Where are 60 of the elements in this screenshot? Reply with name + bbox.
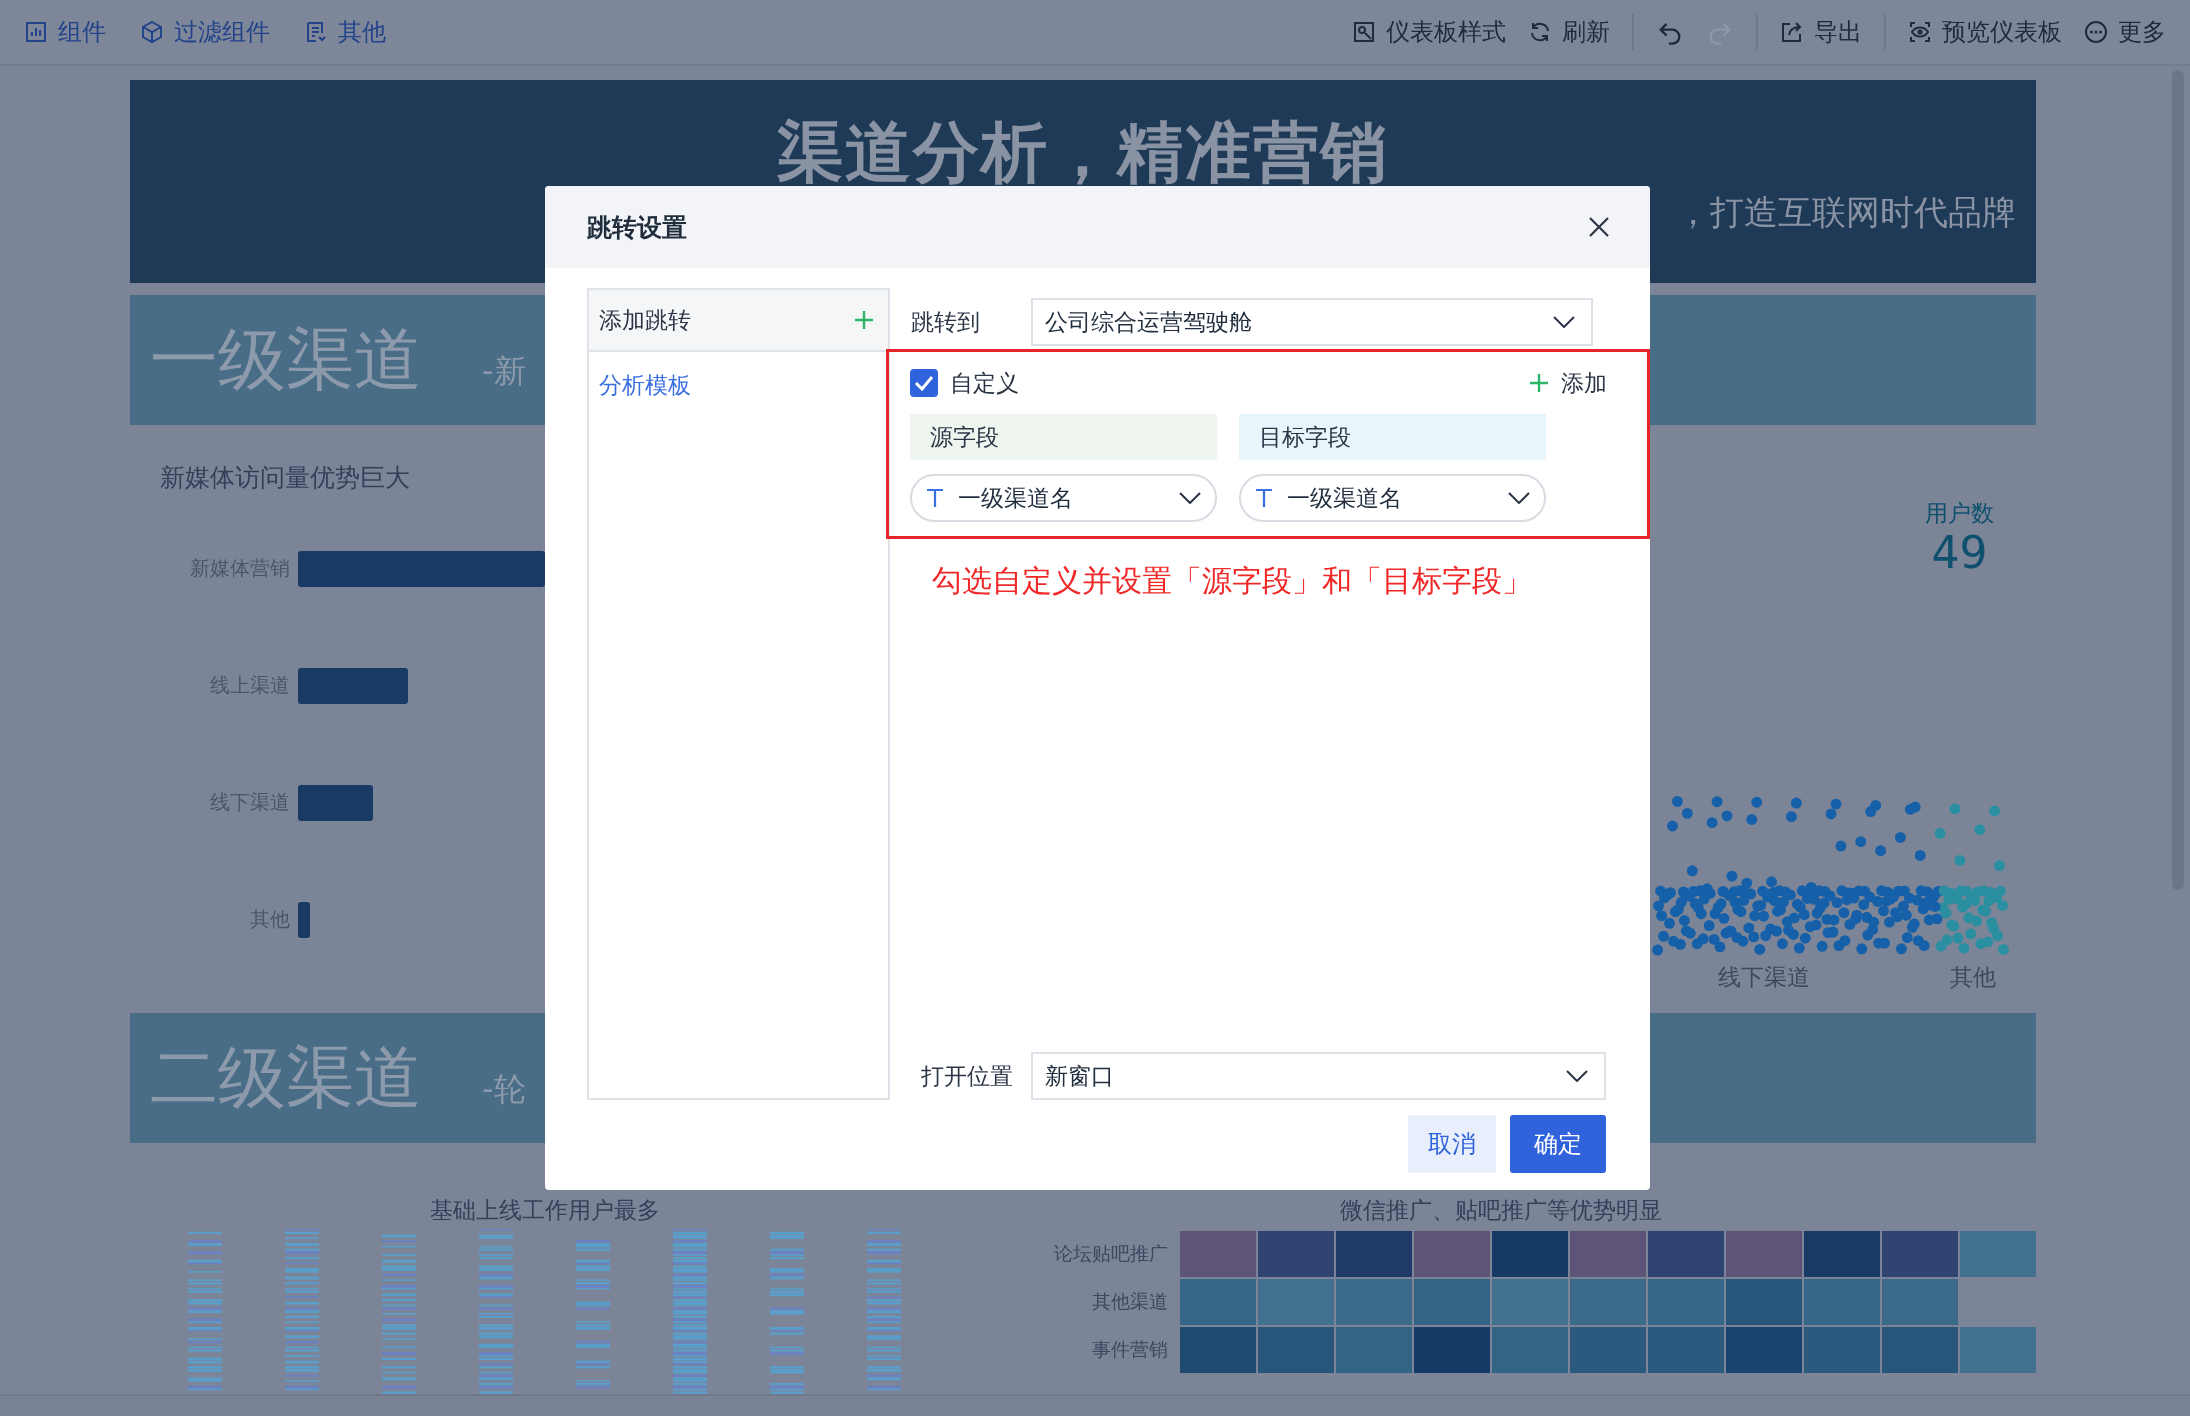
chevron-down-icon — [1179, 492, 1201, 504]
toolbar-button[interactable]: 预览仪表板 — [1908, 16, 2062, 48]
toolbar-button[interactable]: 仪表板样式 — [1352, 16, 1506, 48]
text-type-icon — [926, 488, 944, 508]
chart-title: 新媒体访问量优势巨大 — [159, 462, 411, 494]
list-item[interactable]: 分析模板 — [589, 352, 888, 419]
chart-icon — [24, 20, 48, 44]
annotation-text: 勾选自定义并设置「源字段」和「目标字段」 — [931, 562, 1533, 600]
toolbar-button[interactable]: 过滤组件 — [140, 16, 270, 48]
row-label: 其他渠道 — [1091, 1289, 1168, 1314]
toolbar-button[interactable]: 更多 — [2084, 16, 2166, 48]
checkbox-label: 自定义 — [950, 368, 1019, 398]
row-label: 论坛贴吧推广 — [1053, 1241, 1168, 1266]
field-dropdown[interactable]: 一级渠道名 — [910, 474, 1217, 522]
checkbox[interactable] — [910, 369, 938, 397]
dialog-button[interactable]: 取消 — [1408, 1115, 1496, 1173]
section-subtitle: -新 — [482, 351, 526, 392]
chevron-down-icon — [1566, 1070, 1588, 1082]
toolbar-button[interactable]: 刷新 — [1528, 16, 1610, 48]
toolbar-button[interactable]: 导出 — [1780, 16, 1862, 48]
text-type-icon — [1255, 488, 1273, 508]
toolbar-button[interactable]: 组件 — [24, 16, 106, 48]
chart-title: 基础上线工作用户最多 — [430, 1196, 660, 1225]
dashboard-subtitle: ，打造互联网时代品牌 — [1676, 191, 2016, 234]
more-icon — [2084, 20, 2108, 44]
field-label: 打开位置 — [921, 1061, 1014, 1091]
column-header: 目标字段 — [1239, 414, 1546, 460]
check-icon — [914, 375, 934, 391]
image-icon — [1352, 20, 1376, 44]
add-button[interactable]: 添加 — [1529, 367, 1607, 399]
plus-icon — [1529, 373, 1549, 393]
dialog-title: 跳转设置 — [587, 211, 687, 244]
bar — [298, 901, 310, 938]
column-header: 源字段 — [910, 414, 1217, 460]
metric-label: 用户数 — [1925, 499, 1994, 528]
refresh-icon — [1528, 20, 1552, 44]
field-dropdown[interactable]: 一级渠道名 — [1239, 474, 1546, 522]
toolbar-button[interactable]: 其他 — [304, 16, 386, 48]
chevron-down-icon — [1553, 316, 1575, 328]
list-icon — [304, 20, 328, 44]
dashboard-title: 渠道分析，精准营销 — [776, 113, 1390, 193]
axis-label: 线下渠道 — [1718, 963, 1810, 993]
export-icon — [1780, 20, 1804, 44]
section-title: 二级渠道 — [150, 1036, 422, 1119]
panel-title: 添加跳转 — [599, 305, 691, 335]
field-label: 跳转到 — [911, 307, 981, 337]
add-icon[interactable] — [854, 310, 874, 330]
dropdown[interactable]: 新窗口 — [1031, 1052, 1606, 1100]
section-subtitle: -轮 — [482, 1069, 526, 1110]
chevron-down-icon — [1508, 492, 1530, 504]
eye-icon — [1908, 20, 1932, 44]
close-icon[interactable] — [1588, 216, 1610, 238]
metric-value: 49 — [1931, 529, 1988, 578]
dropdown[interactable]: 公司综合运营驾驶舱 — [1031, 298, 1593, 346]
dialog-button[interactable]: 确定 — [1510, 1115, 1606, 1173]
cube-icon — [140, 20, 164, 44]
row-label: 事件营销 — [1091, 1337, 1168, 1362]
section-title: 一级渠道 — [150, 318, 422, 401]
chart-title: 微信推广、贴吧推广等优势明显 — [1340, 1196, 1662, 1225]
axis-label: 其他 — [1950, 963, 1996, 993]
